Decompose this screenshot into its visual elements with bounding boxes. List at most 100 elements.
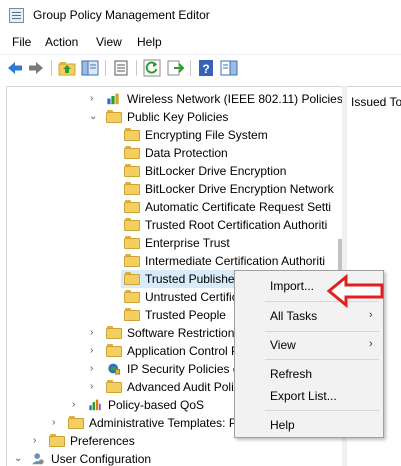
- tree-item-user-configuration[interactable]: ⌄ User Configuration: [7, 450, 337, 466]
- menu-view[interactable]: View: [96, 35, 122, 49]
- show-hide-tree-icon[interactable]: [81, 59, 99, 77]
- chevron-right-icon[interactable]: ›: [90, 94, 98, 104]
- menu-separator: [265, 331, 379, 332]
- tree-item-trusted-publishers[interactable]: Trusted Publishers: [121, 270, 249, 288]
- policy-editor-app-icon: [9, 8, 24, 23]
- tree-item-wireless-network[interactable]: › Wireless Network (IEEE 802.11) Policie…: [7, 90, 342, 108]
- toolbar-separator: [190, 60, 191, 76]
- tree-item-label: Trusted People: [145, 308, 226, 322]
- folder-icon: [49, 434, 65, 447]
- folder-icon: [106, 110, 122, 123]
- context-menu-refresh[interactable]: Refresh: [235, 363, 383, 385]
- tree-item-label: Encrypting File System: [145, 128, 268, 142]
- tree-item-label: Wireless Network (IEEE 802.11) Policies: [127, 92, 342, 106]
- menu-separator: [265, 359, 379, 360]
- tree-item-bitlocker-network-unlock[interactable]: BitLocker Drive Encryption Network: [7, 180, 337, 198]
- folder-icon: [124, 308, 140, 321]
- menu-item-label: Refresh: [270, 367, 313, 381]
- menu-separator: [265, 410, 379, 411]
- folder-icon: [68, 416, 84, 429]
- tree-item-label: Advanced Audit Polic: [127, 380, 240, 394]
- folder-icon: [124, 200, 140, 213]
- toolbar-separator: [136, 60, 137, 76]
- tree-item-bitlocker-drive-encryption[interactable]: BitLocker Drive Encryption: [7, 162, 337, 180]
- chevron-down-icon[interactable]: ⌄: [14, 454, 22, 464]
- folder-icon: [124, 272, 140, 285]
- folder-icon: [124, 254, 140, 267]
- menu-file[interactable]: File: [12, 35, 31, 49]
- menu-action[interactable]: Action: [45, 35, 78, 49]
- tree-item-label: Software Restriction: [127, 326, 235, 340]
- chevron-down-icon[interactable]: ⌄: [89, 112, 97, 122]
- show-pane-icon[interactable]: [220, 59, 238, 77]
- menu-help[interactable]: Help: [137, 35, 162, 49]
- folder-icon: [124, 128, 140, 141]
- chevron-right-icon[interactable]: ›: [90, 382, 98, 392]
- submenu-arrow-icon: ›: [369, 338, 373, 350]
- tree-item-label: Public Key Policies: [127, 110, 229, 124]
- tree-item-label: Administrative Templates: P: [89, 416, 237, 430]
- tree-item-label: Trusted Publishers: [145, 272, 245, 286]
- back-icon[interactable]: [6, 59, 24, 77]
- menu-bar: File Action View Help: [0, 31, 401, 53]
- menu-item-label: Help: [270, 418, 295, 432]
- chevron-right-icon[interactable]: ›: [90, 346, 98, 356]
- toolbar-separator: [105, 60, 106, 76]
- tree-item-label: User Configuration: [51, 452, 152, 466]
- tree-item-automatic-certificate-request[interactable]: Automatic Certificate Request Setti: [7, 198, 337, 216]
- chevron-right-icon[interactable]: ›: [90, 328, 98, 338]
- context-menu-export-list[interactable]: Export List...: [235, 385, 383, 407]
- tree-item-label: Trusted Root Certification Authoriti: [145, 218, 328, 232]
- forward-icon[interactable]: [27, 59, 45, 77]
- help-icon[interactable]: ?: [197, 59, 215, 77]
- column-header-issued-to[interactable]: Issued To: [351, 95, 401, 109]
- title-bar: Group Policy Management Editor: [0, 0, 401, 31]
- refresh-icon[interactable]: [143, 59, 161, 77]
- export-list-icon[interactable]: [166, 59, 184, 77]
- properties-icon[interactable]: [112, 59, 130, 77]
- folder-icon: [124, 218, 140, 231]
- folder-icon: [106, 380, 122, 393]
- tree-item-intermediate-ca[interactable]: Intermediate Certification Authoriti: [7, 252, 337, 270]
- tree-item-label: Policy-based QoS: [108, 398, 205, 412]
- tree-item-data-protection[interactable]: Data Protection: [7, 144, 337, 162]
- folder-icon: [106, 326, 122, 339]
- folder-icon: [106, 344, 122, 357]
- wireless-network-icon: [107, 93, 119, 105]
- folder-icon: [124, 290, 140, 303]
- up-folder-icon[interactable]: [58, 59, 76, 77]
- tree-item-label: Enterprise Trust: [145, 236, 230, 250]
- tree-item-label: Intermediate Certification Authoriti: [145, 254, 326, 268]
- qos-chart-icon: [89, 399, 101, 411]
- context-menu-help[interactable]: Help: [235, 414, 383, 436]
- window-title: Group Policy Management Editor: [33, 8, 210, 22]
- tree-item-public-key-policies[interactable]: ⌄ Public Key Policies: [7, 108, 337, 126]
- chevron-right-icon[interactable]: ›: [72, 400, 80, 410]
- tree-item-label: Preferences: [70, 434, 135, 448]
- tree-item-label: BitLocker Drive Encryption Network: [145, 182, 334, 196]
- annotation-arrow-icon: [326, 274, 384, 308]
- menu-item-label: Export List...: [270, 389, 337, 403]
- tree-item-trusted-root-ca[interactable]: Trusted Root Certification Authoriti: [7, 216, 337, 234]
- context-menu-view[interactable]: View ›: [235, 334, 383, 356]
- tree-item-label: Untrusted Certific: [145, 290, 238, 304]
- context-menu-all-tasks[interactable]: All Tasks ›: [235, 305, 383, 327]
- chevron-right-icon[interactable]: ›: [52, 418, 60, 428]
- tree-item-label: Data Protection: [145, 146, 228, 160]
- chevron-right-icon[interactable]: ›: [33, 436, 41, 446]
- folder-icon: [124, 146, 140, 159]
- folder-icon: [124, 236, 140, 249]
- folder-icon: [124, 164, 140, 177]
- ip-security-icon: [108, 363, 121, 375]
- tree-item-label: IP Security Policies o: [127, 362, 240, 376]
- tree-item-label: Automatic Certificate Request Setti: [145, 200, 332, 214]
- folder-icon: [124, 182, 140, 195]
- toolbar-separator: [51, 60, 52, 76]
- menu-item-label: All Tasks: [270, 309, 318, 323]
- tree-item-enterprise-trust[interactable]: Enterprise Trust: [7, 234, 337, 252]
- chevron-right-icon[interactable]: ›: [90, 364, 98, 374]
- tree-item-encrypting-file-system[interactable]: Encrypting File System: [7, 126, 337, 144]
- user-config-icon: [32, 453, 44, 465]
- svg-text:?: ?: [202, 62, 209, 76]
- toolbar: ?: [0, 54, 401, 81]
